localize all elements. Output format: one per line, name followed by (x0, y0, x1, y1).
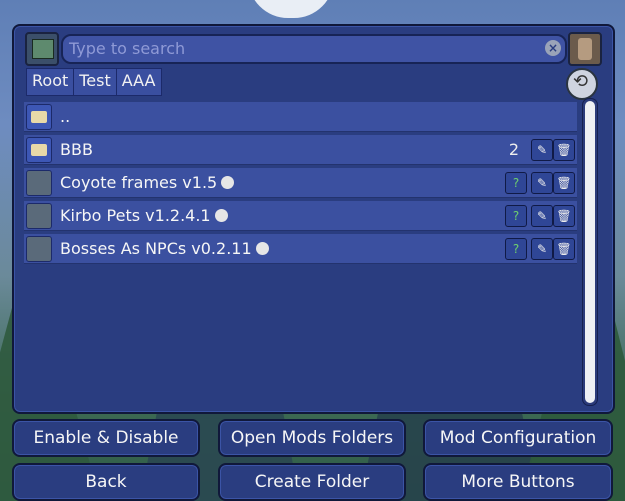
list-item[interactable]: Bosses As NPCs v0.2.11 ? ✎ 🗑 (24, 234, 577, 264)
delete-button[interactable]: 🗑 (553, 205, 575, 227)
item-name: Coyote frames v1.5 (60, 173, 235, 192)
mod-configuration-button[interactable]: Mod Configuration (423, 419, 613, 457)
refresh-icon[interactable] (566, 68, 598, 100)
folder-icon (26, 104, 52, 130)
rename-button[interactable]: ✎ (531, 205, 553, 227)
steam-icon (255, 242, 269, 255)
item-name: BBB (60, 140, 93, 159)
moon (248, 0, 334, 18)
rename-button[interactable]: ✎ (531, 238, 553, 260)
delete-button[interactable]: 🗑 (553, 238, 575, 260)
breadcrumb-root[interactable]: Root (27, 69, 75, 95)
item-name: .. (60, 107, 71, 126)
enable-disable-button[interactable]: Enable & Disable (12, 419, 200, 457)
mod-icon (26, 203, 52, 229)
search-placeholder: Type to search (69, 39, 186, 58)
scrollbar-thumb[interactable] (585, 101, 595, 403)
item-name: Bosses As NPCs v0.2.11 (60, 239, 269, 258)
item-name: Kirbo Pets v1.2.4.1 (60, 206, 228, 225)
list-item[interactable]: BBB 2 ✎ 🗑 (24, 135, 577, 165)
help-button[interactable]: ? (505, 205, 527, 227)
rename-button[interactable]: ✎ (531, 172, 553, 194)
create-folder-button[interactable]: Create Folder (218, 463, 406, 501)
help-button[interactable]: ? (505, 172, 527, 194)
mod-list: .. BBB 2 ✎ 🗑 Coyote frames v1.5 ? ✎ 🗑 Ki… (24, 102, 577, 267)
breadcrumb-aaa[interactable]: AAA (117, 69, 161, 95)
scrollbar[interactable] (582, 98, 598, 406)
folder-icon (26, 137, 52, 163)
mod-icon (26, 236, 52, 262)
folder-view-icon[interactable] (25, 32, 59, 66)
delete-button[interactable]: 🗑 (553, 172, 575, 194)
close-icon[interactable]: × (545, 40, 561, 56)
more-buttons-button[interactable]: More Buttons (423, 463, 613, 501)
list-item[interactable]: Coyote frames v1.5 ? ✎ 🗑 (24, 168, 577, 198)
avatar[interactable] (568, 32, 602, 66)
search-input[interactable]: Type to search × (61, 34, 567, 64)
open-mods-folders-button[interactable]: Open Mods Folders (218, 419, 406, 457)
help-button[interactable]: ? (505, 238, 527, 260)
steam-icon (221, 176, 235, 189)
list-item[interactable]: .. (24, 102, 577, 132)
list-item[interactable]: Kirbo Pets v1.2.4.1 ? ✎ 🗑 (24, 201, 577, 231)
back-button[interactable]: Back (12, 463, 200, 501)
delete-button[interactable]: 🗑 (553, 139, 575, 161)
breadcrumb: Root Test AAA (26, 68, 162, 96)
mod-icon (26, 170, 52, 196)
breadcrumb-test[interactable]: Test (74, 69, 117, 95)
steam-icon (214, 209, 228, 222)
mod-count: 2 (508, 140, 519, 159)
rename-button[interactable]: ✎ (531, 139, 553, 161)
